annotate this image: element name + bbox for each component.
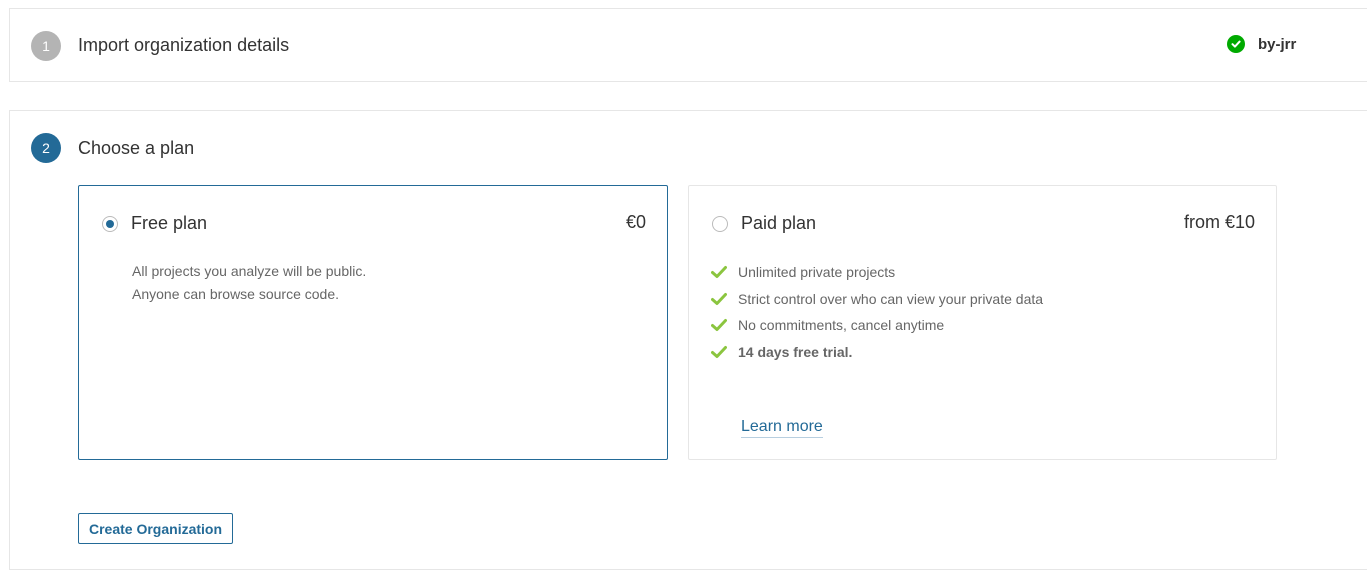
plan-description: All projects you analyze will be public.…: [132, 260, 366, 306]
checkmark-icon: [711, 345, 727, 358]
feature-text: Unlimited private projects: [738, 264, 896, 281]
paid-plan-card[interactable]: Paid plan from €10 Unlimited private pro…: [688, 185, 1277, 460]
create-organization-button[interactable]: Create Organization: [78, 513, 234, 544]
free-plan-radio[interactable]: [102, 216, 118, 232]
description-line: Anyone can browse source code.: [132, 286, 340, 302]
check-circle-icon: [1227, 35, 1245, 53]
description-line: All projects you analyze will be public.: [132, 263, 367, 279]
plan-price: from €10: [1183, 212, 1255, 232]
feature-text: Strict control over who can view your pr…: [738, 290, 1044, 307]
plan-name: Paid plan: [741, 213, 817, 233]
feature-item: No commitments, cancel anytime: [711, 312, 1043, 339]
checkmark-icon: [711, 266, 727, 279]
feature-list: Unlimited private projects Strict contro…: [711, 259, 1043, 365]
step-choose-plan: 2 Choose a plan Free plan €0 All project…: [9, 110, 1367, 570]
organization-name: by-jrr: [1258, 35, 1297, 53]
organization-status: by-jrr: [1227, 35, 1296, 53]
paid-plan-radio[interactable]: [712, 216, 728, 232]
plan-name: Free plan: [131, 213, 208, 233]
step-number-badge: 2: [31, 133, 61, 163]
checkmark-icon: [711, 319, 727, 332]
checkmark-icon: [711, 292, 727, 305]
feature-text: No commitments, cancel anytime: [738, 317, 945, 334]
free-plan-card[interactable]: Free plan €0 All projects you analyze wi…: [78, 185, 668, 460]
step-number-badge: 1: [31, 31, 61, 61]
feature-text: 14 days free trial.: [738, 343, 853, 360]
feature-item: Strict control over who can view your pr…: [711, 286, 1043, 313]
learn-more-link[interactable]: Learn more: [741, 418, 823, 438]
feature-item: Unlimited private projects: [711, 259, 1043, 286]
feature-item: 14 days free trial.: [711, 339, 1043, 366]
step-import-organization: 1 Import organization details by-jrr: [9, 8, 1367, 82]
plan-price: €0: [625, 212, 646, 232]
step-title: Import organization details: [78, 35, 290, 55]
step-title: Choose a plan: [78, 138, 195, 158]
